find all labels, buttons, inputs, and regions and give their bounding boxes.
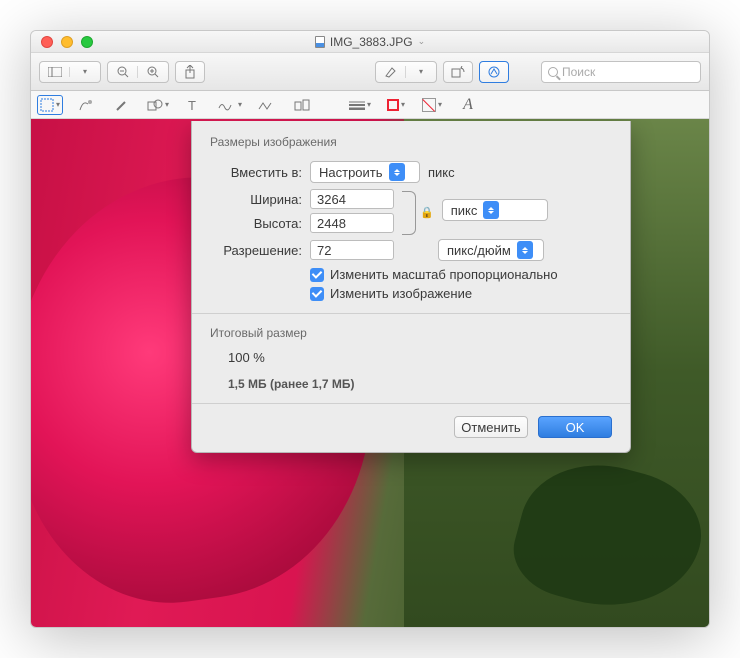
- font-tool[interactable]: A: [455, 95, 481, 115]
- res-unit-select[interactable]: пикс/дюйм: [438, 239, 544, 261]
- res-input[interactable]: 72: [310, 240, 394, 260]
- adjust-color-tool[interactable]: [253, 95, 279, 115]
- sign-tool[interactable]: ▾: [217, 95, 243, 115]
- zoom-out-icon[interactable]: [108, 66, 138, 78]
- search-icon: [548, 67, 558, 77]
- selection-tool[interactable]: ▾: [37, 95, 63, 115]
- cancel-button[interactable]: Отменить: [454, 416, 528, 438]
- text-tool[interactable]: T: [181, 95, 207, 115]
- maximize-button[interactable]: [81, 36, 93, 48]
- dim-unit-select[interactable]: пикс: [442, 199, 548, 221]
- link-bracket: [402, 191, 416, 235]
- resample-checkbox[interactable]: Изменить изображение: [310, 286, 612, 301]
- line-weight-tool[interactable]: ▾: [347, 95, 373, 115]
- svg-text:T: T: [188, 99, 196, 111]
- adjust-size-tool[interactable]: [289, 95, 315, 115]
- highlight-icon[interactable]: [376, 66, 406, 78]
- draw-tool[interactable]: [109, 95, 135, 115]
- close-button[interactable]: [41, 36, 53, 48]
- image-canvas[interactable]: ЯБЛЫК Размеры изображения Вместить в: На…: [31, 119, 709, 627]
- height-input[interactable]: 2448: [310, 213, 394, 233]
- instant-alpha-tool[interactable]: [73, 95, 99, 115]
- annotate-toggle[interactable]: ▾: [375, 61, 437, 83]
- minimize-button[interactable]: [61, 36, 73, 48]
- markup-toolbar: ▾ ▾ T ▾ ▾ ▾ ▾ A: [31, 91, 709, 119]
- main-toolbar: ▾ ▾ Поиск: [31, 53, 709, 91]
- checkbox-checked-icon: [310, 287, 324, 301]
- lock-icon[interactable]: 🔒: [420, 206, 434, 219]
- share-button[interactable]: [175, 61, 205, 83]
- filename-label: IMG_3883.JPG: [330, 35, 413, 49]
- markup-button[interactable]: [479, 61, 509, 83]
- checkbox-checked-icon: [310, 268, 324, 282]
- title-chevron-icon[interactable]: ⌄: [418, 36, 426, 47]
- file-icon: [315, 36, 325, 48]
- fit-select[interactable]: Настроить: [310, 161, 420, 183]
- zoom-in-icon[interactable]: [138, 66, 168, 78]
- result-percent: 100 %: [228, 350, 612, 365]
- zoom-controls[interactable]: [107, 61, 169, 83]
- res-label: Разрешение:: [210, 243, 302, 258]
- border-color-tool[interactable]: ▾: [383, 95, 409, 115]
- fit-unit: пикс: [428, 165, 455, 180]
- traffic-lights: [31, 36, 93, 48]
- scale-proportional-checkbox[interactable]: Изменить масштаб пропорционально: [310, 267, 612, 282]
- width-input[interactable]: 3264: [310, 189, 394, 209]
- ok-button[interactable]: OK: [538, 416, 612, 438]
- result-filesize: 1,5 МБ (ранее 1,7 МБ): [228, 377, 612, 391]
- search-field[interactable]: Поиск: [541, 61, 701, 83]
- preview-window: IMG_3883.JPG ⌄ ▾ ▾ Поиск: [30, 30, 710, 628]
- result-title: Итоговый размер: [210, 326, 612, 340]
- width-label: Ширина:: [210, 192, 302, 207]
- titlebar: IMG_3883.JPG ⌄: [31, 31, 709, 53]
- fit-label: Вместить в:: [210, 165, 302, 180]
- dialog-title: Размеры изображения: [210, 135, 612, 149]
- resize-dialog: Размеры изображения Вместить в: Настроит…: [191, 121, 631, 453]
- sidebar-toggle[interactable]: ▾: [39, 61, 101, 83]
- rotate-button[interactable]: [443, 61, 473, 83]
- fill-color-tool[interactable]: ▾: [419, 95, 445, 115]
- window-title: IMG_3883.JPG ⌄: [31, 35, 709, 49]
- shapes-tool[interactable]: ▾: [145, 95, 171, 115]
- search-placeholder: Поиск: [562, 65, 595, 79]
- height-label: Высота:: [210, 216, 302, 231]
